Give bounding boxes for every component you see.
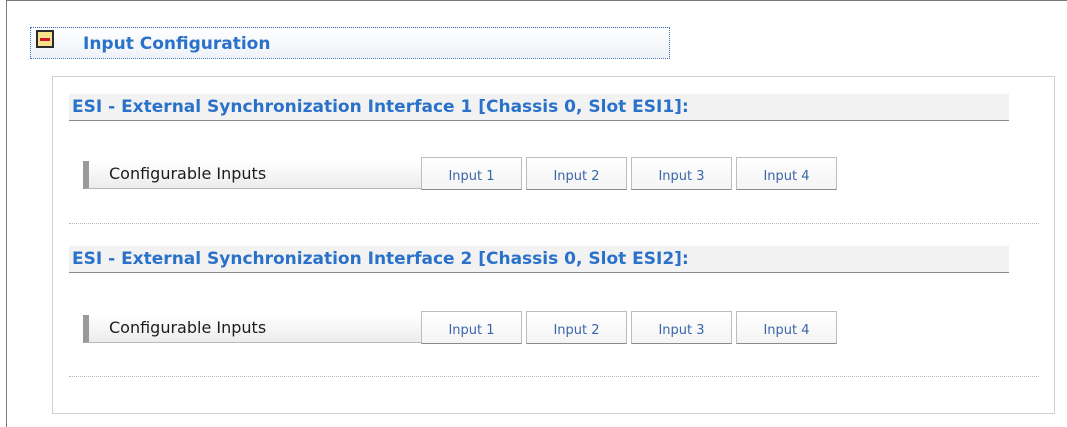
esi-2-tab-input-2[interactable]: Input 2 [526,311,627,344]
esi-2-tab-input-3[interactable]: Input 3 [631,311,732,344]
section-header-input-configuration[interactable]: Input Configuration [30,27,670,59]
esi-2-tab-input-1[interactable]: Input 1 [421,311,522,344]
esi-2-input-tabs: Input 1 Input 2 Input 3 Input 4 [421,311,837,345]
esi-2-configurable-inputs-row: Configurable Inputs Input 1 Input 2 Inpu… [83,311,839,349]
esi-1-input-tabs: Input 1 Input 2 Input 3 Input 4 [421,157,837,191]
esi-1-title: ESI - External Synchronization Interface… [69,94,1009,121]
minus-bar [40,37,50,41]
esi-1-tab-input-1[interactable]: Input 1 [421,157,522,190]
esi-2-title: ESI - External Synchronization Interface… [69,246,1009,273]
esi-1-tab-input-4[interactable]: Input 4 [736,157,837,190]
configurable-inputs-label: Configurable Inputs [83,161,425,189]
section-divider [69,376,1039,377]
esi-1-tab-input-3[interactable]: Input 3 [631,157,732,190]
section-title: Input Configuration [83,34,271,54]
collapse-minus-icon[interactable] [36,30,54,48]
esi-2-tab-input-4[interactable]: Input 4 [736,311,837,344]
section-divider [69,223,1039,224]
esi-1-configurable-inputs-row: Configurable Inputs Input 1 Input 2 Inpu… [83,157,839,195]
esi-1-tab-input-2[interactable]: Input 2 [526,157,627,190]
configurable-inputs-label: Configurable Inputs [83,315,425,343]
input-configuration-panel: ESI - External Synchronization Interface… [52,76,1055,414]
